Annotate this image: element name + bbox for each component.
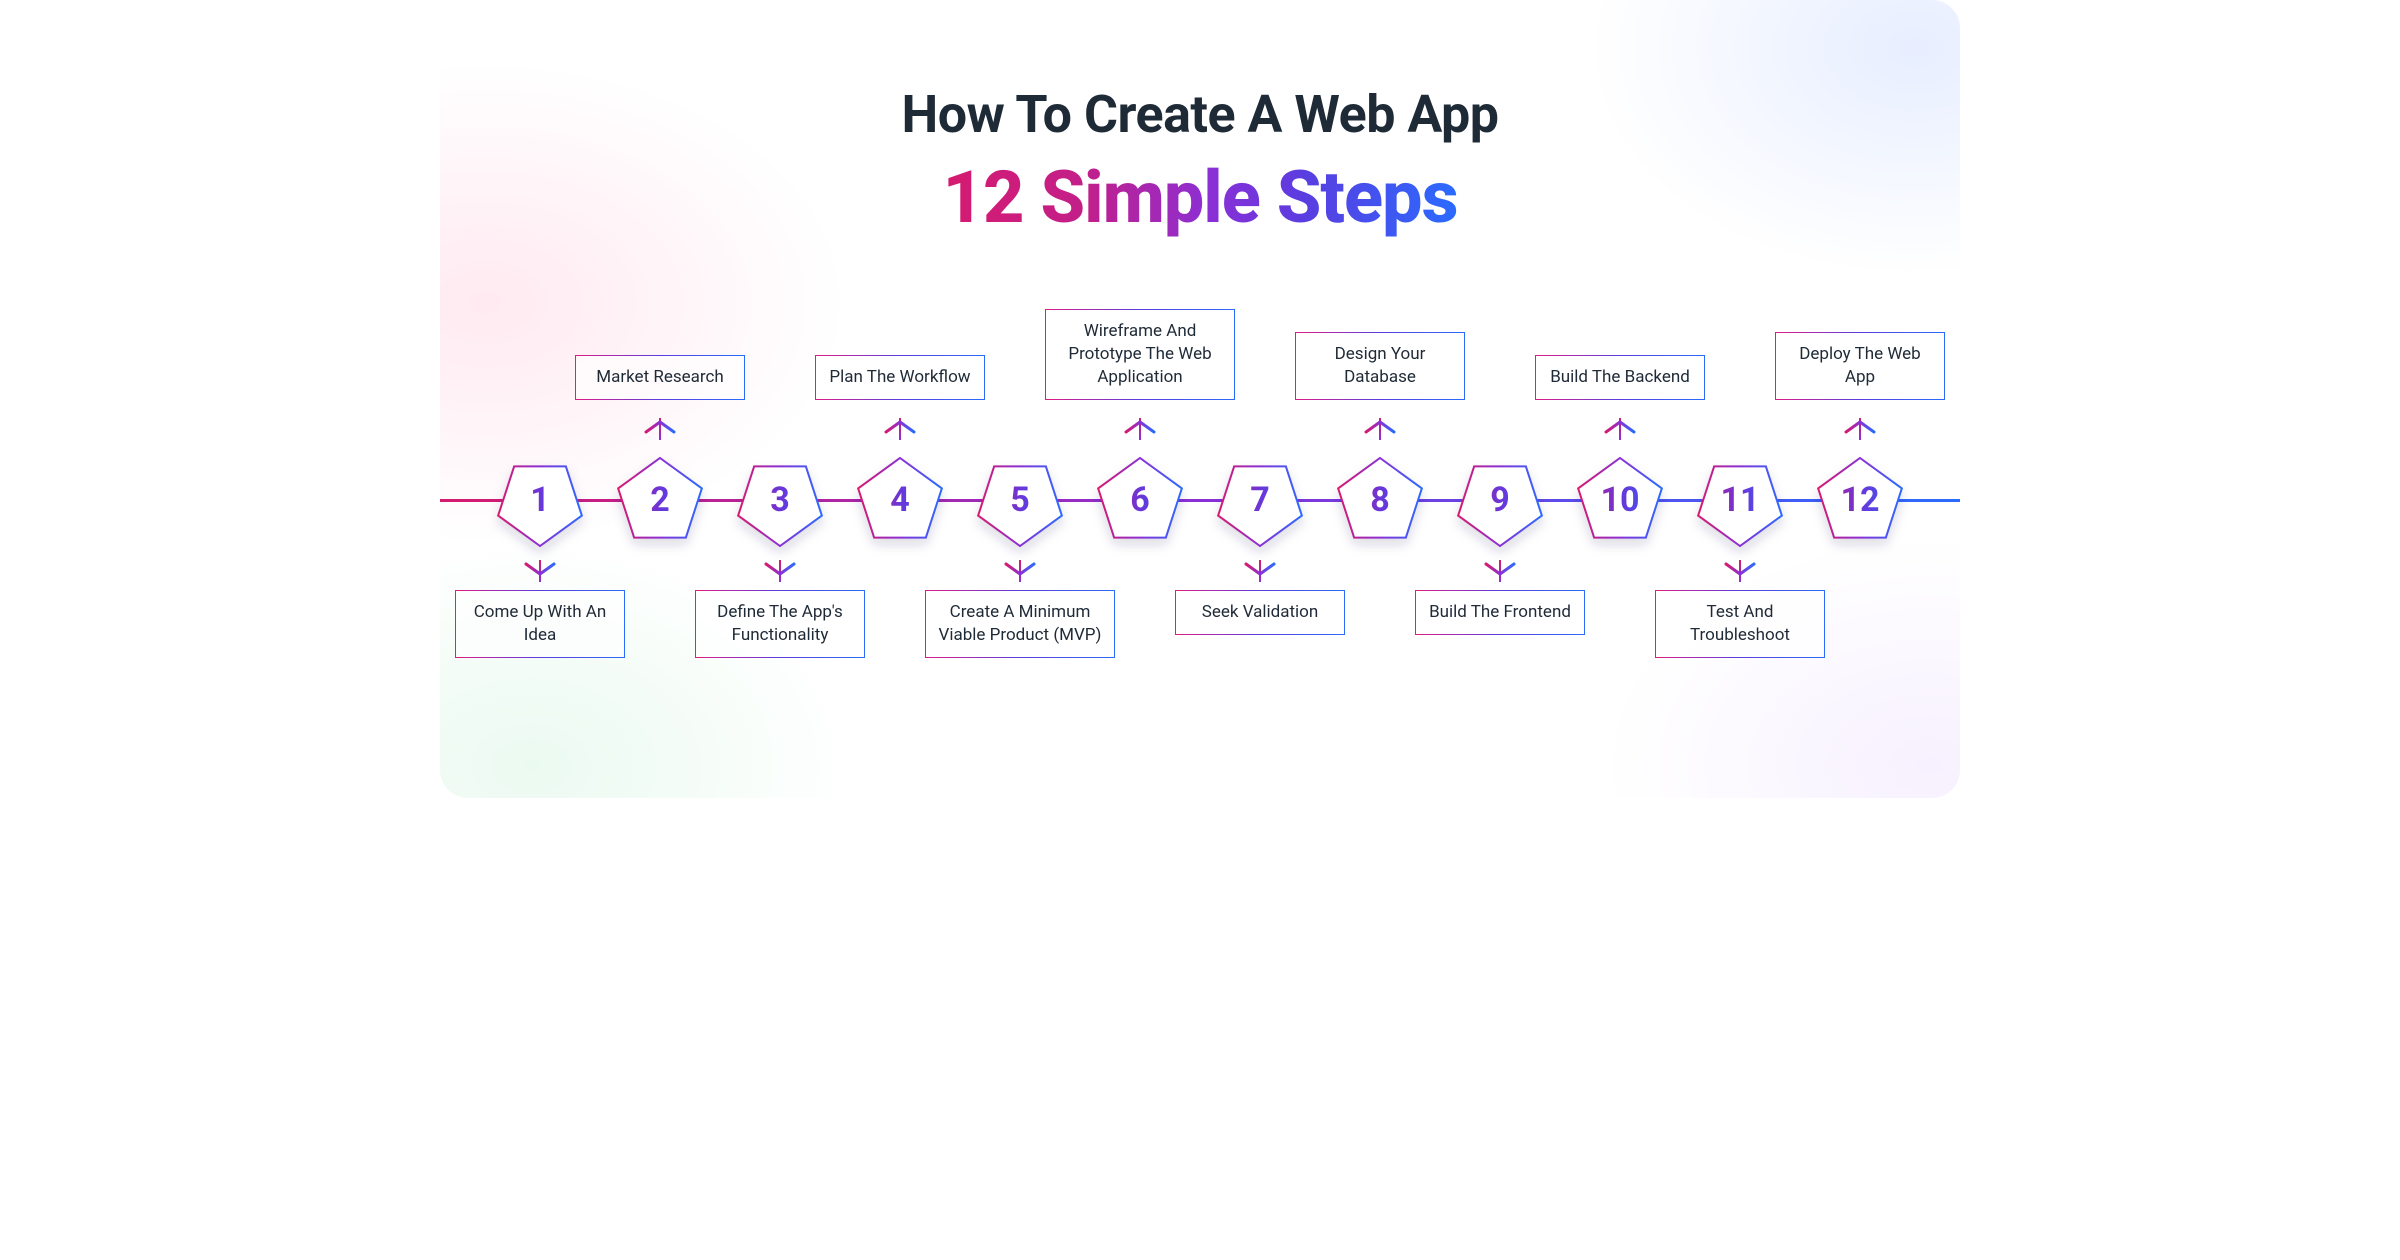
title-line-2: 12 Simple Steps <box>942 155 1457 240</box>
step-label: Market Research <box>575 355 745 400</box>
step-label: Deploy The Web App <box>1775 332 1945 400</box>
chevron-down-icon <box>762 562 798 578</box>
step-label: Come Up With An Idea <box>455 590 625 658</box>
step-node: 8 <box>1332 452 1428 548</box>
step-11: 11Test And Troubleshoot <box>1680 440 1800 740</box>
chevron-down-icon <box>1722 562 1758 578</box>
title-line-1: How To Create A Web App <box>440 84 1960 145</box>
step-node: 5 <box>972 452 1068 548</box>
title-block: How To Create A Web App 12 Simple Steps <box>440 84 1960 240</box>
step-number: 12 <box>1812 452 1908 548</box>
chevron-up-icon <box>642 418 678 434</box>
step-node: 10 <box>1572 452 1668 548</box>
step-number: 10 <box>1572 452 1668 548</box>
step-node: 12 <box>1812 452 1908 548</box>
step-number: 5 <box>972 452 1068 548</box>
step-label: Design Your Database <box>1295 332 1465 400</box>
step-node: 6 <box>1092 452 1188 548</box>
step-label: Test And Troubleshoot <box>1655 590 1825 658</box>
steps-row: 1Come Up With An Idea2Market Research3De… <box>440 440 1960 740</box>
step-number: 4 <box>852 452 948 548</box>
chevron-up-icon <box>1842 418 1878 434</box>
step-number: 8 <box>1332 452 1428 548</box>
step-number: 3 <box>732 452 828 548</box>
step-node: 9 <box>1452 452 1548 548</box>
step-5: 5Create A Minimum Viable Product (MVP) <box>960 440 1080 740</box>
step-node: 1 <box>492 452 588 548</box>
step-node: 11 <box>1692 452 1788 548</box>
step-node: 3 <box>732 452 828 548</box>
step-label: Seek Validation <box>1175 590 1345 635</box>
step-label: Define The App's Functionality <box>695 590 865 658</box>
chevron-up-icon <box>1122 418 1158 434</box>
step-node: 2 <box>612 452 708 548</box>
chevron-up-icon <box>882 418 918 434</box>
step-number: 7 <box>1212 452 1308 548</box>
step-number: 6 <box>1092 452 1188 548</box>
chevron-up-icon <box>1362 418 1398 434</box>
step-number: 2 <box>612 452 708 548</box>
step-node: 7 <box>1212 452 1308 548</box>
chevron-down-icon <box>522 562 558 578</box>
step-number: 1 <box>492 452 588 548</box>
chevron-up-icon <box>1602 418 1638 434</box>
step-1: 1Come Up With An Idea <box>480 440 600 740</box>
step-9: 9Build The Frontend <box>1440 440 1560 740</box>
step-label: Build The Backend <box>1535 355 1705 400</box>
step-7: 7Seek Validation <box>1200 440 1320 740</box>
step-number: 9 <box>1452 452 1548 548</box>
chevron-down-icon <box>1002 562 1038 578</box>
step-3: 3Define The App's Functionality <box>720 440 840 740</box>
step-number: 11 <box>1692 452 1788 548</box>
chevron-down-icon <box>1482 562 1518 578</box>
step-label: Create A Minimum Viable Product (MVP) <box>925 590 1115 658</box>
step-label: Wireframe And Prototype The Web Applicat… <box>1045 309 1235 400</box>
chevron-down-icon <box>1242 562 1278 578</box>
infographic-card: How To Create A Web App 12 Simple Steps … <box>440 0 1960 798</box>
step-label: Build The Frontend <box>1415 590 1585 635</box>
step-label: Plan The Workflow <box>815 355 985 400</box>
step-node: 4 <box>852 452 948 548</box>
